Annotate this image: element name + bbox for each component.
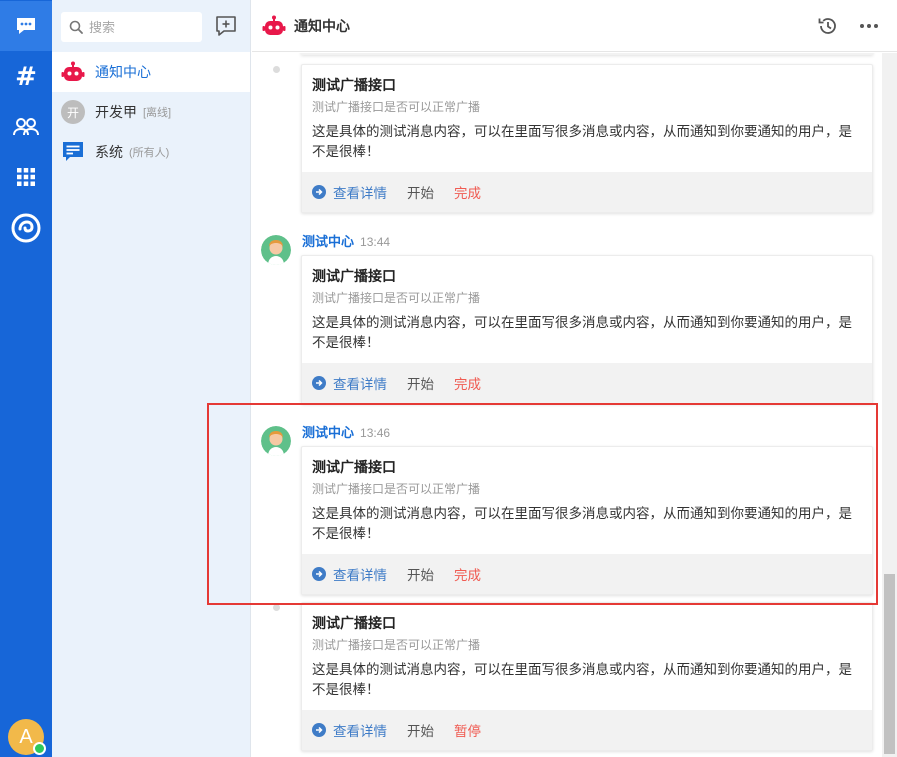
card-actions: 查看详情 开始 完成 <box>302 172 872 212</box>
chat-icon <box>17 18 35 34</box>
message-meta: 测试中心 13:44 <box>302 234 390 250</box>
more-icon[interactable] <box>858 15 880 37</box>
sidebar-item-developer[interactable]: 开 开发甲 [离线] <box>52 92 250 132</box>
view-details-link[interactable]: 查看详情 <box>312 720 387 740</box>
notification-card: 测试广播接口 测试广播接口是否可以正常广播 这是具体的测试消息内容，可以在里面写… <box>301 255 873 404</box>
apps-grid-icon <box>17 168 35 186</box>
card-title: 测试广播接口 <box>312 615 396 631</box>
page-title: 通知中心 <box>294 17 350 34</box>
rail-chat[interactable] <box>0 1 52 51</box>
chat-header: 通知中心 <box>252 0 897 52</box>
view-details-label: 查看详情 <box>333 568 387 583</box>
card-content: 这是具体的测试消息内容，可以在里面写很多消息或内容，从而通知到你要通知的用户，是… <box>312 124 852 159</box>
avatar-letter: A <box>19 725 33 748</box>
view-details-label: 查看详情 <box>333 377 387 392</box>
notification-card: 测试广播接口 测试广播接口是否可以正常广播 这是具体的测试消息内容，可以在里面写… <box>301 602 873 751</box>
message-meta: 测试中心 13:46 <box>302 425 390 441</box>
sender-avatar[interactable] <box>261 426 291 456</box>
card-title: 测试广播接口 <box>312 77 396 93</box>
card-subtitle: 测试广播接口是否可以正常广播 <box>312 100 481 114</box>
search-input[interactable] <box>89 19 189 35</box>
view-details-link[interactable]: 查看详情 <box>312 182 387 202</box>
timeline-dot <box>273 66 280 73</box>
notification-card: 测试广播接口 测试广播接口是否可以正常广播 这是具体的测试消息内容，可以在里面写… <box>301 446 873 595</box>
card-actions: 查看详情 开始 完成 <box>302 554 872 594</box>
message-time: 13:44 <box>360 235 391 249</box>
card-content: 这是具体的测试消息内容，可以在里面写很多消息或内容，从而通知到你要通知的用户，是… <box>312 662 852 697</box>
card-actions: 查看详情 开始 暂停 <box>302 710 872 750</box>
sidebar-item-system[interactable]: 系统 (所有人) <box>52 132 250 172</box>
status-button[interactable]: 暂停 <box>454 720 481 740</box>
start-button[interactable]: 开始 <box>407 564 434 584</box>
robot-icon <box>262 15 286 35</box>
notification-card: 测试广播接口 测试广播接口是否可以正常广播 这是具体的测试消息内容，可以在里面写… <box>301 64 873 213</box>
card-content: 这是具体的测试消息内容，可以在里面写很多消息或内容，从而通知到你要通知的用户，是… <box>312 315 852 350</box>
start-button[interactable]: 开始 <box>407 182 434 202</box>
status-button[interactable]: 完成 <box>454 373 481 393</box>
contacts-icon <box>13 118 39 136</box>
scrollbar-thumb[interactable] <box>884 574 895 754</box>
arrow-right-icon <box>312 723 326 737</box>
message-time: 13:46 <box>360 426 391 440</box>
arrow-right-icon <box>312 185 326 199</box>
start-button[interactable]: 开始 <box>407 373 434 393</box>
status-button[interactable]: 完成 <box>454 182 481 202</box>
rail-apps[interactable] <box>0 152 52 202</box>
conversation-sidebar: 通知中心 开 开发甲 [离线] 系统 (所有人) <box>52 0 251 757</box>
sender-avatar[interactable] <box>261 235 291 265</box>
start-button[interactable]: 开始 <box>407 720 434 740</box>
card-actions: 查看详情 开始 完成 <box>302 363 872 403</box>
status-button[interactable]: 完成 <box>454 564 481 584</box>
chat-scrollbar[interactable] <box>882 53 897 757</box>
rail-contacts[interactable] <box>0 102 52 152</box>
card-subtitle: 测试广播接口是否可以正常广播 <box>312 638 481 652</box>
online-status-dot <box>33 742 46 755</box>
card-title: 测试广播接口 <box>312 268 396 284</box>
card-subtitle: 测试广播接口是否可以正常广播 <box>312 482 481 496</box>
message-list[interactable]: 测试广播接口 测试广播接口是否可以正常广播 这是具体的测试消息内容，可以在里面写… <box>252 53 882 757</box>
app-rail: # A <box>0 0 52 757</box>
system-message-icon <box>63 142 83 161</box>
new-chat-icon[interactable] <box>215 15 237 37</box>
sender-name[interactable]: 测试中心 <box>302 234 354 250</box>
history-icon[interactable] <box>817 15 839 37</box>
contact-avatar: 开 <box>61 100 85 124</box>
sidebar-item-label: 开发甲 <box>95 104 137 120</box>
card-content: 这是具体的测试消息内容，可以在里面写很多消息或内容，从而通知到你要通知的用户，是… <box>312 506 852 541</box>
rail-brand[interactable] <box>0 203 52 253</box>
arrow-right-icon <box>312 376 326 390</box>
rail-channels[interactable]: # <box>0 52 52 102</box>
swirl-logo-icon <box>11 213 41 243</box>
sender-name[interactable]: 测试中心 <box>302 425 354 441</box>
timeline-dot <box>273 604 280 611</box>
user-avatar[interactable]: A <box>8 719 46 755</box>
view-details-label: 查看详情 <box>333 724 387 739</box>
search-box[interactable] <box>61 12 202 42</box>
view-details-link[interactable]: 查看详情 <box>312 373 387 393</box>
view-details-label: 查看详情 <box>333 186 387 201</box>
robot-icon <box>61 61 85 81</box>
card-subtitle: 测试广播接口是否可以正常广播 <box>312 291 481 305</box>
hash-icon: # <box>15 62 37 92</box>
sidebar-item-label: 通知中心 <box>95 64 151 80</box>
arrow-right-icon <box>312 567 326 581</box>
card-title: 测试广播接口 <box>312 459 396 475</box>
status-text: [离线] <box>143 107 172 119</box>
view-details-link[interactable]: 查看详情 <box>312 564 387 584</box>
previous-card-edge <box>301 53 873 55</box>
sidebar-item-notification-center[interactable]: 通知中心 <box>52 52 250 92</box>
search-icon <box>69 20 83 34</box>
audience-text: (所有人) <box>129 147 170 159</box>
sidebar-item-label: 系统 <box>95 144 123 160</box>
